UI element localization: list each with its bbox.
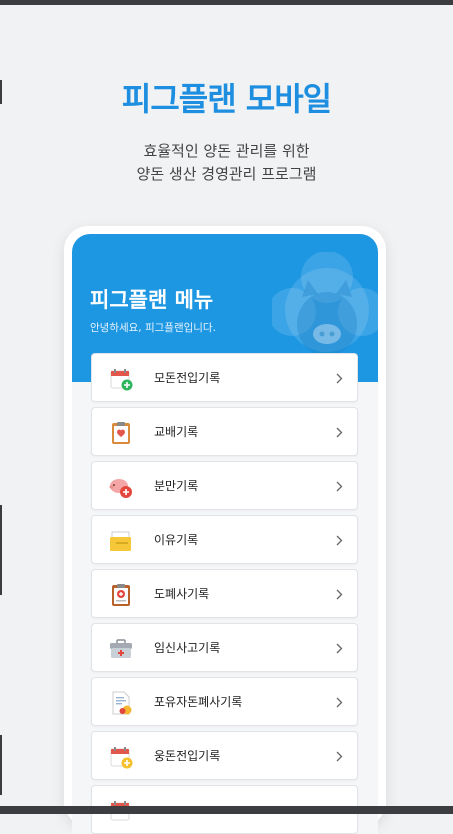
menu-item-breeding[interactable]: 교배기록 — [91, 407, 358, 456]
menu-item-label: 모돈전입기록 — [154, 371, 221, 385]
chevron-right-icon — [336, 751, 343, 762]
menu-item-weaning[interactable]: 이유기록 — [91, 515, 358, 564]
menu-title: 피그플랜 메뉴 — [90, 288, 214, 312]
greeting-text: 안녕하세요, 피그플랜입니다. — [90, 322, 216, 334]
chevron-right-icon — [336, 697, 343, 708]
menu-item-boar-transfer[interactable]: 웅돈전입기록 — [91, 731, 358, 780]
app-screen: 피그플랜 메뉴 안녕하세요, 피그플랜입니다. 모돈전입기록 교배기록 분만기록… — [72, 234, 378, 834]
chevron-right-icon — [336, 427, 343, 438]
chevron-right-icon — [336, 589, 343, 600]
menu-item-label: 웅돈전입기록 — [154, 749, 221, 763]
subtitle-line-1: 효율적인 양돈 관리를 위한 — [143, 142, 310, 160]
piglet-heart-icon — [109, 479, 132, 498]
calendar-plus-yellow-icon — [110, 747, 133, 769]
chevron-right-icon — [336, 481, 343, 492]
menu-item-label: 교배기록 — [154, 425, 199, 439]
menu-item-culling-death[interactable]: 도폐사기록 — [91, 569, 358, 618]
page-subtitle: 효율적인 양돈 관리를 위한 양돈 생산 경영관리 프로그램 — [0, 140, 453, 186]
window-top-bar — [0, 0, 453, 5]
chevron-right-icon — [336, 373, 343, 384]
menu-item-sow-transfer[interactable]: 모돈전입기록 — [91, 353, 358, 402]
phone-mockup: 피그플랜 메뉴 안녕하세요, 피그플랜입니다. 모돈전입기록 교배기록 분만기록… — [64, 226, 386, 834]
window-bottom-bar — [0, 806, 453, 814]
menu-item-label: 임신사고기록 — [154, 641, 221, 655]
menu-item-suckling-piglet-death[interactable]: 포유자돈폐사기록 — [91, 677, 358, 726]
window-edge-mark — [0, 505, 2, 595]
menu-item-label: 도폐사기록 — [154, 587, 210, 601]
menu-item-pregnancy-failure[interactable]: 임신사고기록 — [91, 623, 358, 672]
menu-item-farrowing[interactable]: 분만기록 — [91, 461, 358, 510]
chevron-right-icon — [336, 535, 343, 546]
clipboard-cross-icon — [112, 584, 130, 606]
page-title: 피그플랜 모바일 — [121, 80, 332, 118]
subtitle-line-2: 양돈 생산 경영관리 프로그램 — [136, 165, 317, 183]
menu-item-label: 이유기록 — [154, 533, 199, 547]
folder-icon — [110, 531, 131, 551]
calendar-plus-icon — [110, 369, 133, 391]
document-warning-icon — [112, 691, 132, 715]
clipboard-heart-icon — [112, 422, 130, 444]
chevron-right-icon — [336, 643, 343, 654]
menu-item-label: 포유자돈폐사기록 — [154, 695, 243, 709]
first-aid-kit-icon — [110, 639, 132, 658]
menu-item-label: 분만기록 — [154, 479, 199, 493]
window-edge-mark — [0, 735, 2, 795]
